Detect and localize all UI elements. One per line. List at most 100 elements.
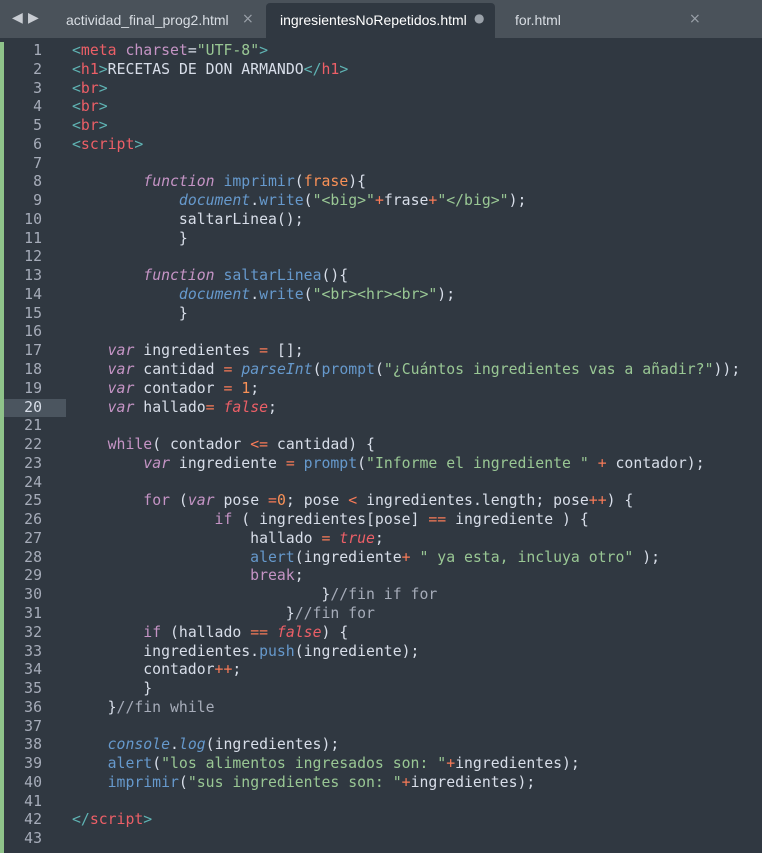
code-token: 1 xyxy=(241,379,251,397)
code-line[interactable]: 4 <br> xyxy=(0,98,762,117)
code-line[interactable]: 41 xyxy=(0,793,762,812)
tab-label: actividad_final_prog2.html xyxy=(66,12,229,28)
line-number: 13 xyxy=(24,267,42,285)
code-line[interactable]: 6 <script> xyxy=(0,136,762,155)
code-line[interactable]: 20 var hallado= false; xyxy=(0,398,762,418)
code-line[interactable]: 27 hallado = true; xyxy=(0,530,762,549)
code-token: ingredientes); xyxy=(455,755,580,773)
code-token: "¿Cuántos ingredientes vas a añadir?" xyxy=(383,361,714,379)
code-editor[interactable]: 1 <meta charset="UTF-8"> 2 <h1>RECETAS DE D… xyxy=(0,42,762,849)
code-line[interactable]: 43 xyxy=(0,830,762,849)
code-token: = xyxy=(259,342,269,360)
code-token: "UTF-8" xyxy=(196,42,260,59)
code-token: if xyxy=(214,511,233,529)
code-token: //fin for xyxy=(294,604,375,622)
code-line[interactable]: 7 xyxy=(0,155,762,174)
code-line[interactable]: 33 ingredientes.push(ingrediente); xyxy=(0,643,762,662)
code-line[interactable]: 37 xyxy=(0,718,762,737)
tab-ingresientes[interactable]: ingresientesNoRepetidos.html ● xyxy=(266,3,495,38)
forward-arrow-icon[interactable]: ▶ xyxy=(28,10,39,26)
unsaved-dot-icon[interactable]: ● xyxy=(474,11,484,25)
code-text: var contador = 1; xyxy=(72,379,260,399)
code-line[interactable]: 8 function imprimir(frase){ xyxy=(0,173,762,192)
code-line[interactable]: 16 xyxy=(0,323,762,342)
close-icon[interactable]: × xyxy=(689,11,701,27)
close-icon[interactable]: × xyxy=(242,11,254,27)
code-token: h1 xyxy=(80,60,99,78)
code-line[interactable]: 17 var ingredientes = []; xyxy=(0,342,762,361)
back-arrow-icon[interactable]: ◀ xyxy=(12,10,23,26)
code-line[interactable]: 14 document.write("<br><hr><br>"); xyxy=(0,286,762,305)
code-line[interactable]: 12 xyxy=(0,248,762,267)
code-token: script xyxy=(80,135,135,153)
code-line[interactable]: 18 var cantidad = parseInt(prompt("¿Cuán… xyxy=(0,361,762,380)
code-token: < xyxy=(72,42,81,59)
code-line[interactable]: 21 xyxy=(0,417,762,436)
code-line[interactable]: 40 imprimir("sus ingredientes son: "+ing… xyxy=(0,774,762,793)
code-line[interactable]: 24 xyxy=(0,474,762,493)
code-line[interactable]: 36 }//fin while xyxy=(0,699,762,718)
code-text: document.write("<big>"+frase+"</big>"); xyxy=(72,192,527,211)
line-number: 29 xyxy=(24,567,42,585)
code-text: function saltarLinea(){ xyxy=(72,267,348,286)
code-line[interactable]: 39 alert("los alimentos ingresados son: … xyxy=(0,755,762,774)
code-token: parseInt xyxy=(241,361,313,379)
code-line[interactable]: 35 } xyxy=(0,680,762,699)
tab-actividad-final[interactable]: actividad_final_prog2.html × xyxy=(66,3,266,38)
code-text: if (hallado == false) { xyxy=(72,624,348,643)
code-line[interactable]: 10 saltarLinea(); xyxy=(0,211,762,230)
code-token: . xyxy=(250,192,260,210)
code-line[interactable]: 22 while( contador <= cantidad) { xyxy=(0,436,762,455)
code-line[interactable]: 25 for (var pose =0; pose < ingredientes… xyxy=(0,492,762,511)
code-line[interactable]: 5 <br> xyxy=(0,117,762,136)
code-token: + xyxy=(597,454,607,472)
line-number: 21 xyxy=(24,417,42,435)
code-line[interactable]: 11 } xyxy=(0,230,762,249)
code-token: </ xyxy=(72,811,90,829)
code-token: ); xyxy=(633,548,661,566)
code-token: imprimir xyxy=(223,173,295,191)
code-token: = xyxy=(187,42,197,59)
code-line[interactable]: 23 var ingrediente = prompt("Informe el … xyxy=(0,455,762,474)
tab-for[interactable]: for.html × xyxy=(515,3,705,38)
code-line[interactable]: 34 contador++; xyxy=(0,661,762,680)
code-line[interactable]: 42 </script> xyxy=(0,811,762,830)
line-number: 43 xyxy=(24,830,42,848)
code-token: ( xyxy=(312,361,322,379)
code-line[interactable]: 26 if ( ingredientes[pose] == ingredient… xyxy=(0,511,762,530)
code-token: ; xyxy=(374,529,384,547)
code-line[interactable]: 31 }//fin for xyxy=(0,605,762,624)
code-line[interactable]: 2 <h1>RECETAS DE DON ARMANDO</h1> xyxy=(0,61,762,80)
code-token: ( xyxy=(374,361,384,379)
code-token: prompt xyxy=(303,454,358,472)
code-token: frase xyxy=(303,173,349,191)
code-line[interactable]: 32 if (hallado == false) { xyxy=(0,624,762,643)
line-number: 42 xyxy=(24,811,42,829)
line-number: 15 xyxy=(24,304,42,322)
line-number: 22 xyxy=(24,436,42,454)
code-text: var ingrediente = prompt("Informe el ing… xyxy=(72,454,705,474)
line-number: 2 xyxy=(33,60,42,78)
code-line[interactable]: 38 console.log(ingredientes); xyxy=(0,736,762,755)
code-line[interactable]: 19 var contador = 1; xyxy=(0,380,762,399)
code-line[interactable]: 13 function saltarLinea(){ xyxy=(0,267,762,286)
code-line[interactable]: 3 <br> xyxy=(0,80,762,99)
code-line[interactable]: 1 <meta charset="UTF-8"> xyxy=(0,42,762,61)
code-token: contador); xyxy=(606,454,705,472)
code-text: alert("los alimentos ingresados son: "+i… xyxy=(72,755,580,774)
line-number: 39 xyxy=(24,755,42,773)
code-line[interactable]: 9 document.write("<big>"+frase+"</big>")… xyxy=(0,192,762,211)
code-token: log xyxy=(178,736,206,754)
line-number: 6 xyxy=(33,135,42,153)
code-token: ingrediente xyxy=(170,454,286,472)
code-token: "<big>" xyxy=(312,192,375,210)
code-line[interactable]: 28 alert(ingrediente+ " ya esta, incluya… xyxy=(0,549,762,568)
code-line[interactable]: 29 break; xyxy=(0,567,762,586)
code-line[interactable]: 30 }//fin if for xyxy=(0,586,762,605)
code-line[interactable]: 15 } xyxy=(0,305,762,324)
